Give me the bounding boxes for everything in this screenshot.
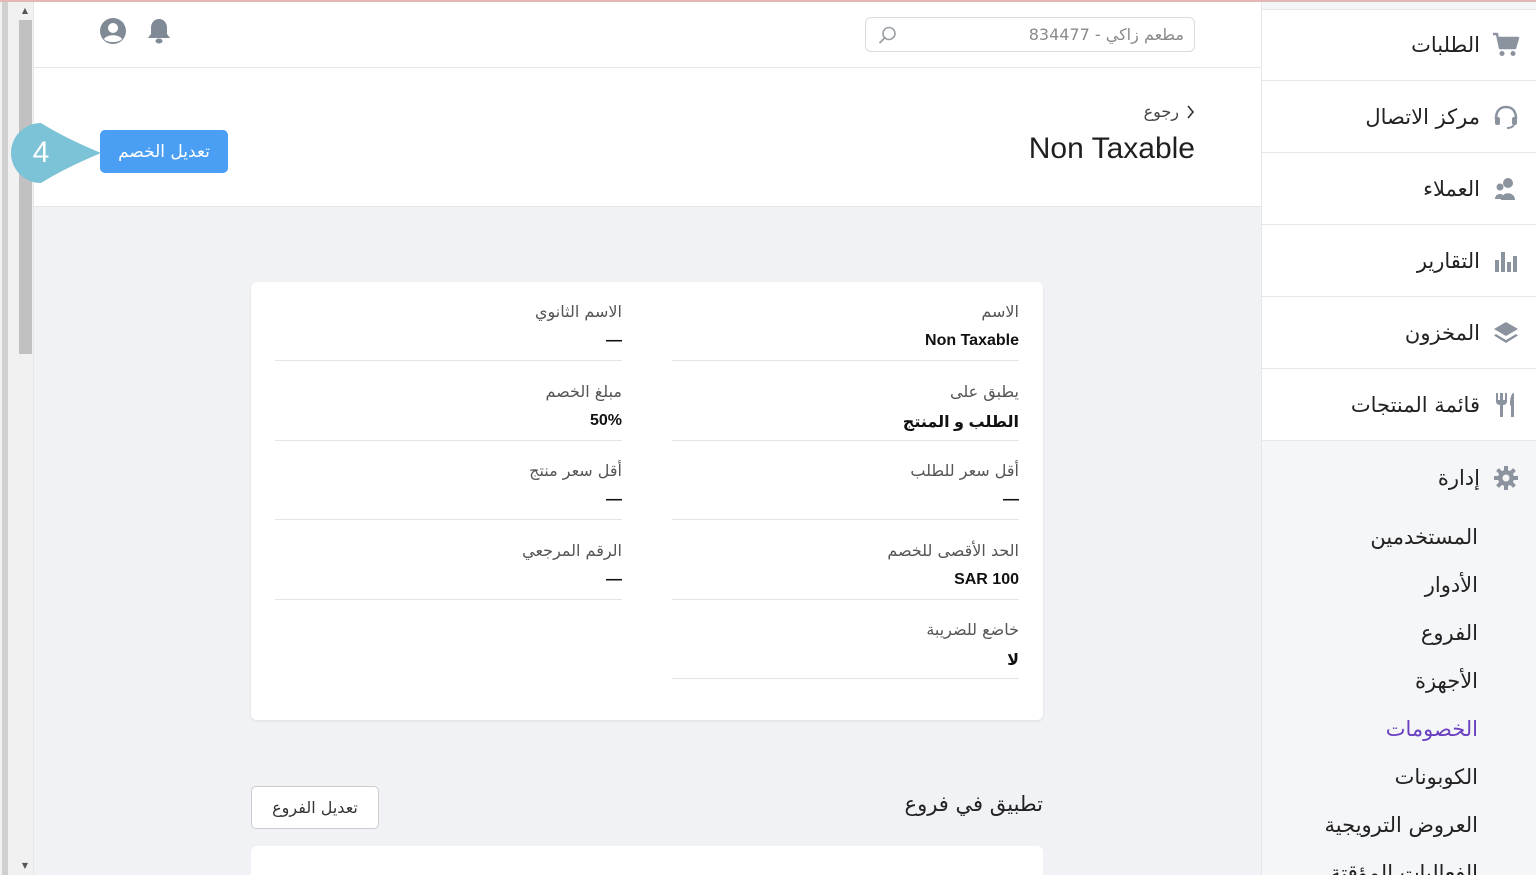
sidebar-item-orders[interactable]: الطلبات	[1262, 9, 1536, 81]
field-label: الحد الأقصى للخصم	[887, 541, 1019, 560]
field-label: الاسم	[981, 302, 1019, 321]
page-title: Non Taxable	[1028, 132, 1195, 165]
field-value: —	[606, 571, 622, 588]
utensils-icon	[1492, 391, 1520, 419]
sidebar-item-products-menu[interactable]: قائمة المنتجات	[1262, 369, 1536, 441]
sidebar-item-label: التقارير	[1416, 248, 1480, 273]
sidebar-item-label: مركز الاتصال	[1365, 104, 1480, 129]
layers-icon	[1492, 319, 1520, 347]
field-value: SAR 100	[954, 571, 1019, 588]
field-label: الرقم المرجعي	[522, 541, 622, 560]
sidebar-item-label: الطلبات	[1411, 33, 1480, 57]
sidebar-item-inventory[interactable]: المخزون	[1262, 297, 1536, 369]
bell-icon[interactable]	[144, 16, 174, 46]
scroll-up-arrow-icon[interactable]: ▲	[18, 6, 32, 16]
headset-icon	[1492, 103, 1520, 131]
top-header	[34, 2, 1261, 68]
field-secondary-name: الاسم الثانوي —	[275, 282, 622, 361]
cart-icon	[1492, 31, 1520, 59]
field-value: —	[606, 491, 622, 508]
field-taxable: خاضع للضريبة لا	[672, 600, 1019, 679]
field-label: مبلغ الخصم	[545, 382, 622, 401]
field-label: الاسم الثانوي	[535, 302, 622, 321]
sidebar-item-customers[interactable]: العملاء	[1262, 153, 1536, 225]
field-value: —	[606, 332, 622, 349]
field-label: أقل سعر منتج	[529, 461, 622, 480]
branches-section-title: تطبيق في فروع	[904, 792, 1043, 816]
sidebar-item-label: قائمة المنتجات	[1350, 392, 1480, 417]
branches-card	[251, 846, 1043, 875]
field-label: يطبق على	[949, 382, 1019, 401]
field-label: أقل سعر للطلب	[910, 461, 1019, 480]
sidebar-subitem-devices[interactable]: الأجهزة	[1262, 657, 1536, 705]
sidebar-subitem-coupons[interactable]: الكوبونات	[1262, 753, 1536, 801]
sidebar-subitem-users[interactable]: المستخدمين	[1262, 513, 1536, 561]
sidebar-item-label: العملاء	[1423, 176, 1480, 201]
back-label: رجوع	[1143, 102, 1179, 121]
field-min-order-price: أقل سعر للطلب —	[672, 441, 1019, 520]
field-applies-to: يطبق على الطلب و المنتج	[672, 362, 1019, 441]
field-name: الاسم Non Taxable	[672, 282, 1019, 361]
field-max-discount: الحد الأقصى للخصم SAR 100	[672, 521, 1019, 600]
sidebar-main-nav: الطلبات مركز الاتصال العملاء التقارير ال…	[1262, 9, 1536, 441]
page-header: رجوع Non Taxable تعديل الخصم	[34, 68, 1261, 207]
sidebar-item-admin[interactable]: إدارة	[1262, 443, 1536, 513]
sidebar-item-reports[interactable]: التقارير	[1262, 225, 1536, 297]
search-icon	[879, 26, 896, 44]
back-link[interactable]: رجوع	[1144, 102, 1195, 121]
discount-details-card: الاسم Non Taxable الاسم الثانوي — يطبق ع…	[251, 282, 1043, 720]
field-discount-amount: مبلغ الخصم 50%	[275, 362, 622, 441]
sidebar-subitem-branches[interactable]: الفروع	[1262, 609, 1536, 657]
search-box[interactable]	[865, 17, 1195, 52]
step-number: 4	[32, 136, 50, 169]
edit-discount-button[interactable]: تعديل الخصم	[100, 130, 228, 173]
field-value: الطلب و المنتج	[902, 414, 1019, 431]
user-avatar-icon[interactable]	[98, 16, 128, 46]
chart-icon	[1492, 247, 1520, 275]
sidebar-item-call-center[interactable]: مركز الاتصال	[1262, 81, 1536, 153]
sidebar-subitem-discounts[interactable]: الخصومات	[1262, 705, 1536, 753]
gear-icon	[1492, 464, 1520, 492]
sidebar-item-label: المخزون	[1404, 320, 1480, 345]
sidebar: الطلبات مركز الاتصال العملاء التقارير ال…	[1261, 2, 1536, 875]
field-value: —	[1003, 491, 1019, 508]
sidebar-subitem-promotions[interactable]: العروض الترويجية	[1262, 801, 1536, 849]
edit-branches-button[interactable]: تعديل الفروع	[251, 786, 379, 829]
scrollbar-thumb[interactable]	[19, 20, 32, 354]
field-min-product-price: أقل سعر منتج —	[275, 441, 622, 520]
field-value: 50%	[589, 412, 622, 429]
sidebar-item-label: إدارة	[1437, 466, 1480, 490]
step-callout: 4	[5, 123, 105, 183]
sidebar-subitem-roles[interactable]: الأدوار	[1262, 561, 1536, 609]
search-input[interactable]	[904, 25, 1184, 44]
field-value: Non Taxable	[925, 332, 1019, 349]
field-label: خاضع للضريبة	[926, 620, 1019, 639]
sidebar-subitem-timed-events[interactable]: الفعاليات المؤقتة	[1262, 849, 1536, 875]
field-value: لا	[1007, 652, 1019, 669]
scroll-down-arrow-icon[interactable]: ▼	[18, 861, 32, 871]
users-icon	[1492, 175, 1520, 203]
chevron-right-icon	[1187, 104, 1195, 119]
field-reference-number: الرقم المرجعي —	[275, 521, 622, 600]
